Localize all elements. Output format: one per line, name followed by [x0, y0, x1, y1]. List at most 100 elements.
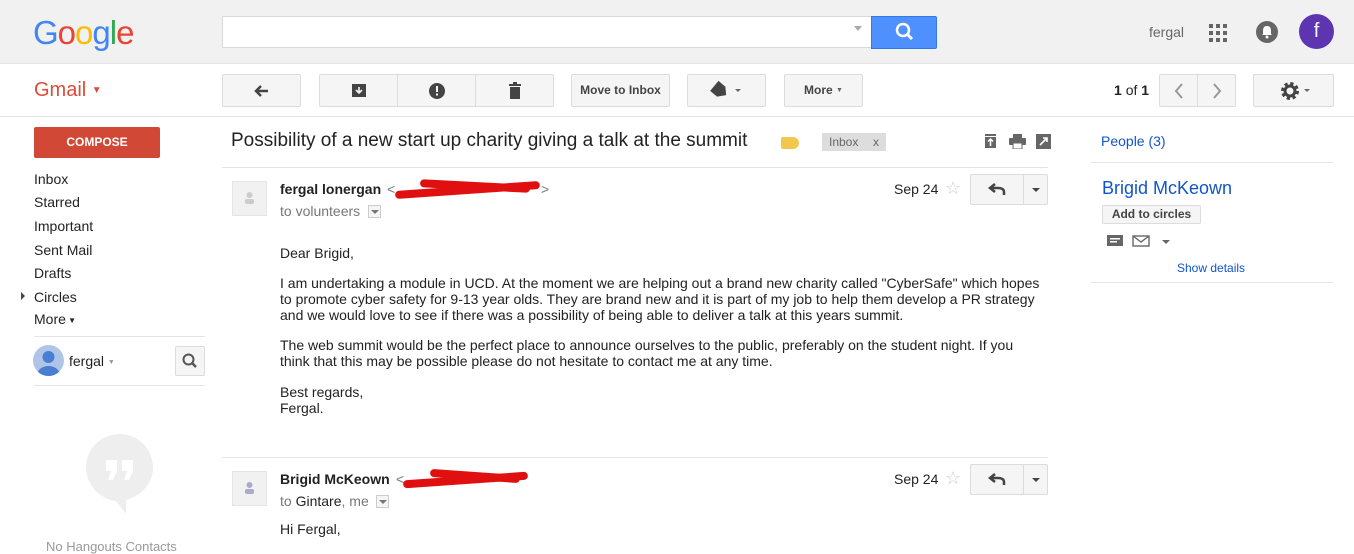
remove-label-icon[interactable]: x: [873, 133, 879, 151]
message-divider: [222, 457, 1048, 458]
print-icon[interactable]: [1009, 134, 1026, 149]
pager-of: of: [1125, 82, 1138, 98]
message-recipients[interactable]: to Gintare, me: [280, 493, 369, 509]
trash-icon: [508, 82, 521, 99]
move-to-inbox-button[interactable]: Move to Inbox: [571, 74, 670, 107]
hangouts-quote-icon: [86, 434, 153, 514]
reply-icon: [987, 473, 1006, 485]
add-to-circles-button[interactable]: Add to circles: [1102, 205, 1201, 224]
google-logo[interactable]: Google: [33, 14, 134, 52]
settings-button[interactable]: [1253, 74, 1334, 107]
hangouts-avatar[interactable]: [33, 345, 64, 376]
older-button[interactable]: [1197, 74, 1236, 107]
chat-icon[interactable]: [1106, 234, 1124, 248]
sidebar-more-label: More: [34, 311, 66, 327]
to-prefix: to: [280, 493, 292, 509]
gear-icon: [1280, 82, 1310, 100]
sidebar-item-sent-mail[interactable]: Sent Mail: [34, 242, 92, 258]
subject-divider: [222, 167, 1048, 168]
sidebar-item-starred[interactable]: Starred: [34, 194, 80, 210]
reply-button[interactable]: [970, 464, 1024, 495]
labels-button[interactable]: [687, 74, 766, 107]
thread-subject: Possibility of a new start up charity gi…: [231, 130, 748, 151]
gmail-label: Gmail: [34, 79, 87, 101]
apps-grid-icon[interactable]: [1209, 24, 1227, 42]
message-body-signoff: Best regards,: [280, 384, 364, 400]
search-button[interactable]: [871, 16, 937, 49]
hangouts-user-name: fergal: [69, 353, 105, 369]
sender-avatar[interactable]: [232, 471, 267, 506]
back-arrow-icon: [253, 85, 268, 97]
expand-arrow-icon[interactable]: [21, 292, 25, 300]
no-hangouts-contacts: No Hangouts Contacts: [46, 539, 177, 554]
person-placeholder-icon: [245, 192, 254, 204]
contact-name[interactable]: Brigid McKeown: [1102, 178, 1232, 199]
message-recipients[interactable]: to volunteers: [280, 203, 360, 219]
reply-button[interactable]: [970, 174, 1024, 205]
newer-button[interactable]: [1159, 74, 1198, 107]
label-tag-icon: [709, 80, 741, 97]
sidebar-divider: [34, 385, 205, 386]
message-body-greeting: Dear Brigid,: [280, 245, 354, 261]
search-input[interactable]: [222, 16, 872, 48]
delete-button[interactable]: [475, 74, 554, 107]
people-divider: [1091, 162, 1333, 163]
compose-button[interactable]: COMPOSE: [34, 127, 160, 158]
open-in-new-window-icon[interactable]: [1036, 134, 1051, 149]
person-icon: [37, 351, 60, 376]
inbox-label-chip[interactable]: Inbox x: [822, 133, 886, 151]
hangouts-search-button[interactable]: [175, 346, 205, 376]
show-details-icon[interactable]: [376, 495, 389, 508]
chevron-down-icon[interactable]: [1162, 240, 1170, 244]
importance-marker-icon[interactable]: [781, 137, 799, 149]
star-icon[interactable]: ☆: [945, 178, 961, 199]
sidebar-item-more[interactable]: More ▼: [34, 311, 76, 327]
message-sender[interactable]: fergal lonergan: [280, 181, 381, 197]
user-name[interactable]: fergal: [1149, 24, 1184, 40]
sidebar-item-circles[interactable]: Circles: [34, 289, 77, 305]
search-icon: [895, 22, 914, 41]
chevron-down-icon: ▼: [836, 87, 843, 94]
sidebar-item-drafts[interactable]: Drafts: [34, 265, 71, 281]
back-to-inbox-button[interactable]: [222, 74, 301, 107]
hangouts-user[interactable]: fergal ▼: [69, 353, 115, 369]
archive-icon: [351, 84, 366, 97]
message-more-button[interactable]: [1023, 174, 1048, 205]
chevron-down-icon: ▼: [65, 316, 77, 325]
search-options-chevron-icon[interactable]: [854, 26, 862, 31]
show-details-link[interactable]: Show details: [1177, 261, 1245, 275]
search-icon: [182, 353, 197, 368]
star-icon[interactable]: ☆: [945, 468, 961, 489]
header-divider: [0, 116, 1354, 117]
message-body-greeting: Hi Fergal,: [280, 521, 341, 537]
message-sender[interactable]: Brigid McKeown: [280, 471, 390, 487]
person-placeholder-icon: [245, 482, 254, 494]
chevron-down-icon: ▼: [107, 359, 115, 366]
sender-email-open-bracket: <: [387, 181, 396, 197]
report-spam-button[interactable]: [397, 74, 476, 107]
message-body-paragraph: The web summit would be the perfect plac…: [280, 337, 1014, 369]
gmail-menu[interactable]: Gmail ▼: [34, 79, 102, 102]
email-icon[interactable]: [1132, 235, 1150, 247]
archive-button[interactable]: [319, 74, 398, 107]
to-prefix: to: [280, 203, 292, 219]
notifications-bell-icon[interactable]: [1256, 21, 1278, 43]
chevron-left-icon: [1174, 83, 1183, 99]
account-avatar[interactable]: f: [1299, 14, 1334, 49]
more-actions-button[interactable]: More ▼: [784, 74, 863, 107]
sidebar-item-important[interactable]: Important: [34, 218, 93, 234]
more-label: More: [804, 83, 833, 97]
sidebar-item-inbox[interactable]: Inbox: [34, 171, 68, 187]
chevron-down-icon: [1032, 188, 1040, 192]
sender-email-close-bracket: >: [541, 181, 550, 197]
people-divider: [1091, 282, 1333, 283]
recipient-name: volunteers: [295, 203, 361, 219]
message-more-button[interactable]: [1023, 464, 1048, 495]
pager-count: 1 of 1: [1114, 82, 1149, 98]
show-details-icon[interactable]: [368, 205, 381, 218]
collapse-all-icon[interactable]: [983, 134, 998, 149]
report-spam-icon: [428, 83, 445, 99]
sender-avatar[interactable]: [232, 181, 267, 216]
people-header[interactable]: People (3): [1101, 133, 1166, 149]
chevron-down-icon: [1032, 478, 1040, 482]
